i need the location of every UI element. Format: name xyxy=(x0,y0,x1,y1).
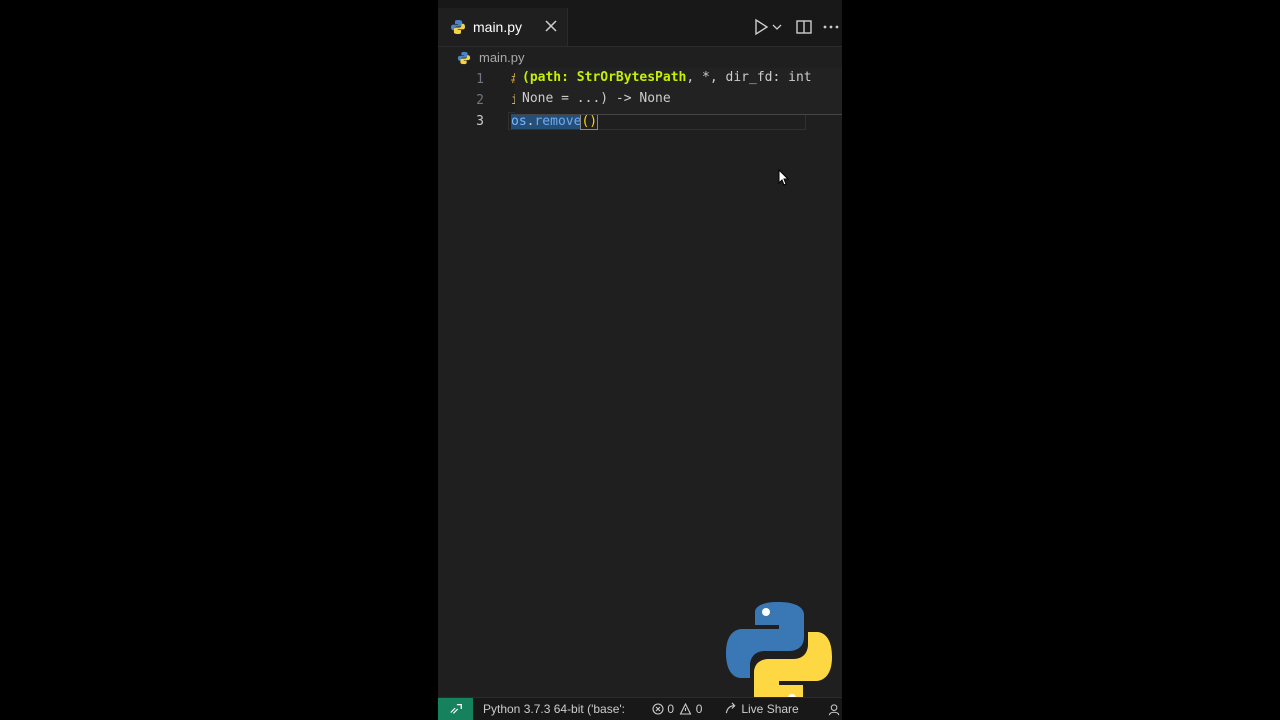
python-file-icon xyxy=(451,20,465,34)
ellipsis-icon[interactable] xyxy=(822,18,840,36)
breadcrumb[interactable]: main.py xyxy=(438,47,842,69)
editor-window: main.py main.py 1 # 2 xyxy=(438,0,842,720)
line-number: 3 xyxy=(476,114,484,129)
error-icon xyxy=(652,703,664,715)
line-number: 2 xyxy=(476,93,484,108)
remote-icon xyxy=(450,704,462,714)
warning-count: 0 xyxy=(695,702,703,716)
line-number: 1 xyxy=(476,72,484,87)
signature-rest: , *, dir_fd: int xyxy=(686,70,812,85)
tab-bar: main.py xyxy=(438,8,842,47)
error-count: 0 xyxy=(667,702,675,716)
status-bar: Python 3.7.3 64-bit ('base': 0 0 Live Sh… xyxy=(438,697,842,720)
signature-line-2: None = ...) -> None xyxy=(522,91,671,106)
mouse-cursor-icon xyxy=(778,169,790,186)
signature-line-1: (path: StrOrBytesPath, *, dir_fd: int xyxy=(522,68,812,88)
python-interpreter[interactable]: Python 3.7.3 64-bit ('base': xyxy=(483,702,625,717)
function-token: remove xyxy=(534,114,582,129)
paren-token: () xyxy=(580,113,599,130)
feedback-icon[interactable] xyxy=(828,703,842,716)
remote-indicator[interactable] xyxy=(438,698,473,720)
tab-main-py[interactable]: main.py xyxy=(438,8,568,46)
warning-icon xyxy=(679,702,692,715)
signature-active-param: (path: StrOrBytesPath xyxy=(522,70,687,85)
python-file-icon xyxy=(457,51,471,65)
close-icon[interactable] xyxy=(544,19,558,33)
split-editor-icon[interactable] xyxy=(795,18,813,36)
python-logo xyxy=(726,602,832,708)
signature-help-popup: (path: StrOrBytesPath, *, dir_fd: int No… xyxy=(515,68,842,115)
live-share-button[interactable]: Live Share xyxy=(724,702,799,717)
problems-indicator[interactable]: 0 0 xyxy=(652,702,702,717)
chevron-down-icon[interactable] xyxy=(772,18,782,36)
tab-label: main.py xyxy=(473,19,523,35)
live-share-icon xyxy=(725,702,736,714)
module-token: os xyxy=(511,114,527,129)
play-icon[interactable] xyxy=(752,18,770,36)
breadcrumb-label: main.py xyxy=(479,50,525,65)
title-strip xyxy=(438,0,842,8)
live-share-label: Live Share xyxy=(741,702,799,716)
